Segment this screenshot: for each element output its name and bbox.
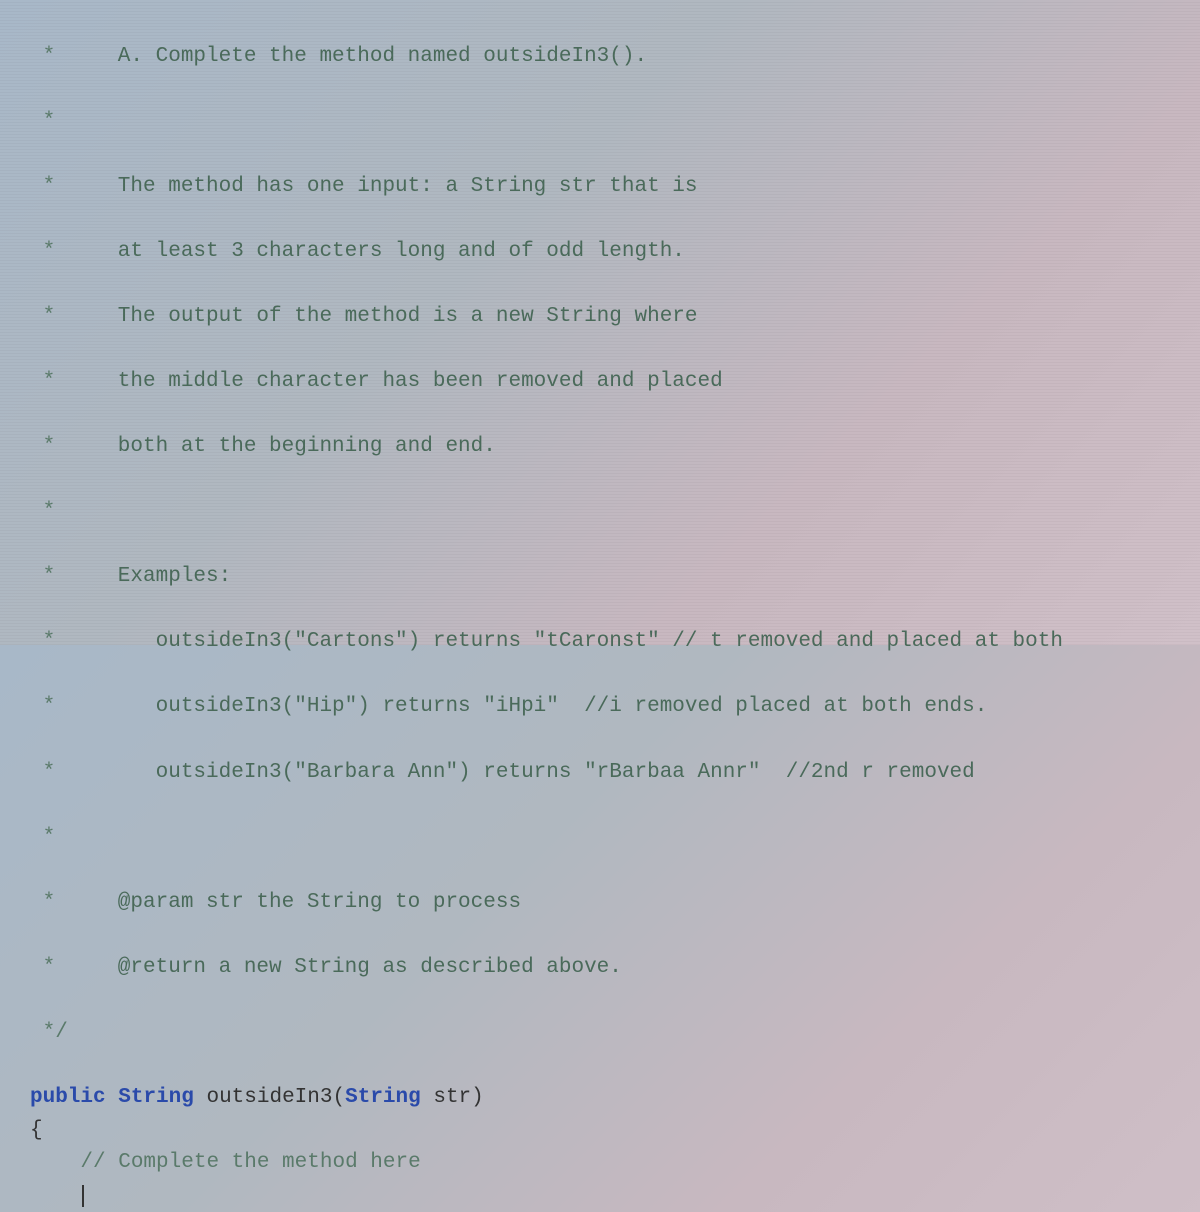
comment-star: * (30, 757, 80, 790)
comment-star: * (30, 171, 80, 204)
comment-line: * (30, 106, 1200, 139)
comment-line: * at least 3 characters long and of odd … (30, 236, 1200, 269)
comment-text: The method has one input: a String str t… (80, 175, 698, 198)
comment-text: outsideIn3("Cartons") returns "tCaronst"… (80, 630, 1063, 653)
method-name: outsideIn3 (206, 1086, 332, 1109)
comment-line: * The method has one input: a String str… (30, 171, 1200, 204)
comment-star: * (30, 106, 80, 139)
param-type: String (345, 1086, 421, 1109)
comment-star: * (30, 952, 80, 985)
comment-star: * (30, 366, 80, 399)
method-signature: public String outsideIn3(String str) (30, 1086, 484, 1109)
open-brace: { (30, 1119, 43, 1142)
comment-line: * @param str the String to process (30, 887, 1200, 920)
comment-star: */ (30, 1017, 80, 1050)
comment-star: * (30, 626, 80, 659)
comment-text: @param str the String to process (80, 891, 521, 914)
comment-line: * @return a new String as described abov… (30, 952, 1200, 985)
comment-text: at least 3 characters long and of odd le… (80, 240, 685, 263)
comment-line: * both at the beginning and end. (30, 431, 1200, 464)
comment-text: @return a new String as described above. (80, 956, 622, 979)
modifier-keyword: public (30, 1086, 106, 1109)
comment-star: * (30, 887, 80, 920)
comment-star: * (30, 561, 80, 594)
comment-text: The output of the method is a new String… (80, 305, 698, 328)
comment-star: * (30, 301, 80, 334)
comment-line: * (30, 822, 1200, 855)
comment-text: Examples: (80, 565, 231, 588)
comment-line: * Examples: (30, 561, 1200, 594)
comment-line: * outsideIn3("Barbara Ann") returns "rBa… (30, 757, 1200, 790)
comment-line: * (30, 496, 1200, 529)
comment-star: * (30, 41, 80, 74)
comment-line: * outsideIn3("Hip") returns "iHpi" //i r… (30, 691, 1200, 724)
comment-text: the middle character has been removed an… (80, 370, 723, 393)
comment-star: * (30, 691, 80, 724)
cursor-line (30, 1184, 84, 1207)
comment-star: * (30, 822, 80, 855)
return-type: String (118, 1086, 194, 1109)
comment-text: both at the beginning and end. (80, 435, 496, 458)
code-editor[interactable]: * A. Complete the method named outsideIn… (30, 8, 1200, 1212)
text-cursor-icon (82, 1185, 84, 1207)
comment-star: * (30, 236, 80, 269)
comment-line: * The output of the method is a new Stri… (30, 301, 1200, 334)
comment-text: A. Complete the method named outsideIn3(… (80, 45, 647, 68)
comment-star: * (30, 496, 80, 529)
comment-text: outsideIn3("Hip") returns "iHpi" //i rem… (80, 695, 987, 718)
comment-line: * outsideIn3("Cartons") returns "tCarons… (30, 626, 1200, 659)
comment-line: * A. Complete the method named outsideIn… (30, 41, 1200, 74)
param-name: str (433, 1086, 471, 1109)
comment-line: */ (30, 1017, 1200, 1050)
method-body: // Complete the method here (30, 1151, 421, 1174)
comment-text: outsideIn3("Barbara Ann") returns "rBarb… (80, 761, 975, 784)
comment-line: * the middle character has been removed … (30, 366, 1200, 399)
comment-star: * (30, 431, 80, 464)
todo-comment: // Complete the method here (80, 1151, 420, 1174)
